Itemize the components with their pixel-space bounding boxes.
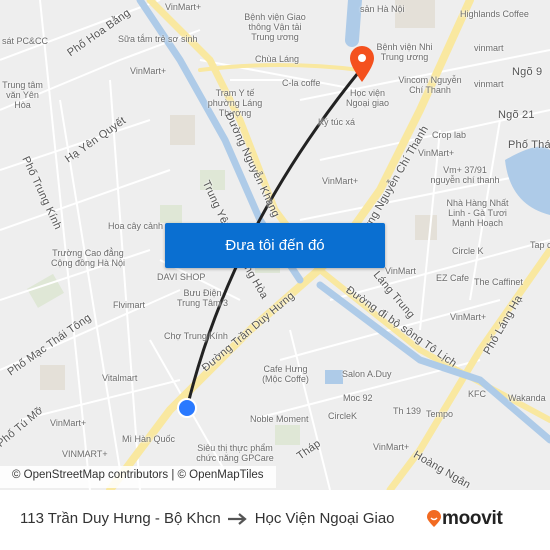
poi-label: Tempo xyxy=(426,409,454,419)
arrow-right-icon xyxy=(227,512,247,525)
poi-label: Bưu Điện Trung Tâm 3 xyxy=(176,288,229,308)
poi-label: Trường Cao đẳng Cộng đồng Hà Nội xyxy=(50,248,126,268)
poi-label: VinMart+ xyxy=(418,148,455,158)
poi-label: Crop lab xyxy=(432,130,467,140)
poi-label: Siêu thị thực phẩm chức năng GPCare xyxy=(196,443,274,463)
brand-name: moovit xyxy=(442,508,503,529)
poi-label: sát PC&CC xyxy=(2,36,49,46)
origin-name: 113 Trần Duy Hưng - Bộ Khcn xyxy=(20,510,221,527)
poi-label: Vitalmart xyxy=(102,373,138,383)
poi-label: C-la coffe xyxy=(282,78,321,88)
poi-label: Nhà Hàng Nhất Linh - Gà Tươi Mạnh Hoạch xyxy=(446,198,509,228)
street-label: Ngõ 21 xyxy=(498,109,535,121)
street-label: Ngõ 9 xyxy=(512,66,543,78)
route-summary: 113 Trần Duy Hưng - Bộ Khcn Học Viện Ngo… xyxy=(20,510,395,527)
poi-label: Flvimart xyxy=(113,300,145,310)
poi-label: Circle K xyxy=(452,246,484,256)
poi-label: Chùa Láng xyxy=(255,54,300,64)
poi-label: CircleK xyxy=(328,411,358,421)
street-label: Phố Thái xyxy=(508,139,550,151)
poi-label: Moc 92 xyxy=(343,393,373,403)
poi-label: Salon A.Duy xyxy=(342,369,392,379)
footer: 113 Trần Duy Hưng - Bộ Khcn Học Viện Ngo… xyxy=(0,490,550,550)
poi-label: VinMart+ xyxy=(322,176,359,186)
poi-label: Trung tâm văn Yên Hòa xyxy=(2,80,43,110)
moovit-logo: moovit xyxy=(426,508,503,530)
poi-label: VinMart+ xyxy=(130,66,167,76)
poi-label: Noble Moment xyxy=(250,414,309,424)
poi-label: Vm+ 37/91 nguyễn chí thanh xyxy=(430,165,500,185)
poi-label: Mì Hàn Quốc xyxy=(122,434,176,444)
poi-label: KFC xyxy=(468,389,486,399)
poi-label: Bệnh viện Nhi Trung ương xyxy=(376,42,433,62)
poi-label: DAVI SHOP xyxy=(157,272,206,282)
poi-label: VinMart+ xyxy=(165,2,202,12)
pond xyxy=(325,370,343,384)
poi-label: Ký túc xá xyxy=(318,117,356,127)
poi-label: EZ Cafe xyxy=(436,273,470,283)
destination-name: Học Viện Ngoại Giao xyxy=(254,510,395,527)
poi-label: Cafe Hưng (Mộc Coffe) xyxy=(262,364,309,384)
poi-label: Bệnh viện Giao thông Vận tải Trung ương xyxy=(244,12,306,42)
poi-label: Highlands Coffee xyxy=(460,9,529,19)
poi-label: vinmart xyxy=(474,43,504,53)
moovit-pin-icon xyxy=(427,510,441,527)
poi-label: VinMart xyxy=(385,266,416,276)
poi-label: VINMART+ xyxy=(62,449,108,459)
poi-label: Vincom Nguyễn Chí Thanh xyxy=(398,75,462,95)
poi-label: Wakanda xyxy=(508,393,546,403)
poi-label: Th 139 xyxy=(393,406,422,416)
poi-label: Tap c xyxy=(530,240,550,250)
map-attribution[interactable]: © OpenStreetMap contributors | © OpenMap… xyxy=(0,466,276,488)
poi-label: Chợ Trung Kính xyxy=(164,331,228,341)
map[interactable]: Sữa tắm trẻ sơ sinh VinMart+ Bệnh viện G… xyxy=(0,0,550,490)
origin-marker xyxy=(177,398,197,418)
poi-label: vinmart xyxy=(474,79,504,89)
take-me-there-button[interactable]: Đưa tôi đến đó xyxy=(165,223,385,268)
poi-label: sản Hà Nội xyxy=(360,4,405,14)
poi-label: VinMart+ xyxy=(373,442,410,452)
poi-label: Sữa tắm trẻ sơ sinh xyxy=(118,34,198,44)
poi-label: VinMart+ xyxy=(450,312,487,322)
poi-label: Học viện Ngoại giao xyxy=(345,88,390,108)
poi-label: Hoa cây cảnh xyxy=(108,221,164,231)
poi-label: The Caffinet xyxy=(474,277,523,287)
poi-label: VinMart+ xyxy=(50,418,87,428)
